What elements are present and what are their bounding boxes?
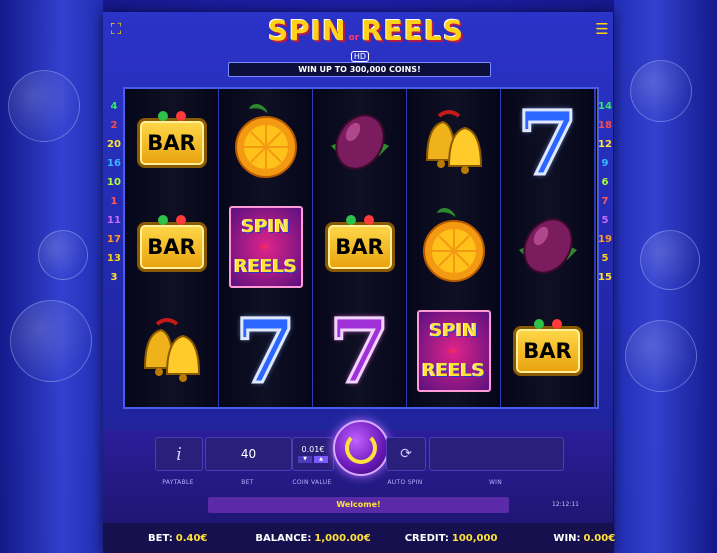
- coin-value-label: COIN VALUE: [292, 479, 332, 486]
- bar-symbol: BAR: [136, 111, 207, 168]
- game-logo: SPIN orREELS HD: [268, 14, 464, 62]
- plum-symbol: [511, 210, 585, 284]
- paytable-button[interactable]: i: [155, 437, 203, 471]
- reel-cell: [411, 199, 496, 295]
- payline-number: 7: [601, 196, 609, 207]
- payline-number: 1: [110, 196, 118, 207]
- spin-icon: [345, 432, 377, 464]
- fullscreen-icon[interactable]: ⛶: [108, 22, 124, 37]
- message-bar: Welcome!: [208, 497, 509, 513]
- reel-3: BAR 7: [313, 89, 408, 407]
- spin-reels-symbol: SPIN or REELS: [228, 206, 303, 288]
- bell-symbol: [137, 314, 207, 388]
- autospin-icon: ⟳: [400, 446, 412, 462]
- reel-cell: BAR: [129, 199, 214, 295]
- reel-cell: [129, 303, 214, 399]
- bell-symbol: [419, 106, 489, 180]
- payline-numbers-left: 4 2 20 16 10 1 11 17 13 3: [106, 97, 122, 287]
- coin-increase-icon[interactable]: ▲: [314, 456, 328, 463]
- status-bar: BET: 0.40€ BALANCE: 1,000.00€ CREDIT: 100,0…: [103, 523, 616, 553]
- info-icon: i: [176, 443, 182, 465]
- clock: 12:12:11: [552, 501, 579, 508]
- payline-number: 11: [107, 215, 121, 226]
- reel-cell: 7: [317, 303, 402, 399]
- payline-number: 12: [598, 139, 612, 150]
- seven-blue-symbol: 7: [233, 299, 297, 403]
- bokeh-bubble: [625, 320, 697, 392]
- seven-purple-symbol: 7: [327, 299, 391, 403]
- win-field: [429, 437, 564, 471]
- coin-value-selector[interactable]: 0.01€ ▼ ▲: [292, 437, 334, 471]
- payline-number: 5: [601, 215, 609, 226]
- reel-cell: SPIN or REELS: [223, 199, 308, 295]
- autospin-label: AUTO SPIN: [387, 479, 423, 486]
- bokeh-bubble: [8, 70, 80, 142]
- payline-number: 4: [110, 101, 118, 112]
- payline-number: 3: [110, 272, 118, 283]
- coin-value-text: 0.01€: [301, 445, 325, 454]
- orange-symbol: [419, 205, 489, 289]
- reel-cell: 7: [223, 303, 308, 399]
- bokeh-bubble: [640, 230, 700, 290]
- bar-symbol: BAR: [324, 215, 395, 272]
- reel-cell: [411, 95, 496, 191]
- paytable-label: PAYTABLE: [162, 479, 194, 486]
- payline-number: 20: [107, 139, 121, 150]
- seven-blue-symbol: 7: [515, 91, 579, 195]
- bar-symbol: BAR: [136, 215, 207, 272]
- payline-numbers-right: 14 18 12 9 6 7 5 19 5 15: [597, 97, 613, 287]
- payline-number: 5: [601, 253, 609, 264]
- coin-decrease-icon[interactable]: ▼: [298, 456, 312, 463]
- reel-cell: 7: [505, 95, 590, 191]
- payline-number: 17: [107, 234, 121, 245]
- payline-number: 9: [601, 158, 609, 169]
- bokeh-bubble: [10, 300, 92, 382]
- payline-number: 10: [107, 177, 121, 188]
- plum-symbol: [323, 106, 397, 180]
- bet-field[interactable]: 40: [205, 437, 292, 471]
- payline-number: 6: [601, 177, 609, 188]
- reel-1: BAR BAR: [125, 89, 220, 407]
- autospin-button[interactable]: ⟳: [386, 437, 426, 471]
- bar-symbol: BAR: [512, 319, 583, 376]
- payline-number: 14: [598, 101, 612, 112]
- reel-cell: [505, 199, 590, 295]
- bet-label: BET: [241, 479, 254, 486]
- payline-number: 19: [598, 234, 612, 245]
- spin-reels-symbol: SPIN or REELS: [416, 310, 491, 392]
- reel-cell: BAR: [129, 95, 214, 191]
- status-win: WIN: 0.00€: [553, 532, 616, 544]
- payline-number: 13: [107, 253, 121, 264]
- bokeh-bubble: [38, 230, 88, 280]
- menu-icon[interactable]: ☰: [594, 22, 610, 37]
- reel-cell: BAR: [317, 199, 402, 295]
- status-balance: BALANCE: 1,000.00€: [255, 532, 371, 544]
- status-credit: CREDIT: 100,000: [404, 532, 498, 544]
- reel-2: SPIN or REELS 7: [219, 89, 314, 407]
- spin-button[interactable]: [333, 420, 389, 476]
- reel-cell: [317, 95, 402, 191]
- payline-number: 15: [598, 272, 612, 283]
- reel-cell: BAR: [505, 303, 590, 399]
- orange-symbol: [231, 101, 301, 185]
- reel-cell: [223, 95, 308, 191]
- reel-cell: SPIN or REELS: [411, 303, 496, 399]
- bokeh-bubble: [630, 60, 692, 122]
- payline-number: 2: [110, 120, 118, 131]
- status-bet: BET: 0.40€: [148, 532, 208, 544]
- win-label: WIN: [488, 479, 503, 486]
- payline-number: 18: [598, 120, 612, 131]
- payline-number: 16: [107, 158, 121, 169]
- reel-window: BAR BAR SPIN or REELS 7 BAR 7 SPIN or REELS 7 BAR: [123, 87, 599, 409]
- max-win-banner: WIN UP TO 300,000 COINS!: [228, 62, 491, 77]
- reel-4: SPIN or REELS: [407, 89, 502, 407]
- reel-5: 7 BAR: [501, 89, 596, 407]
